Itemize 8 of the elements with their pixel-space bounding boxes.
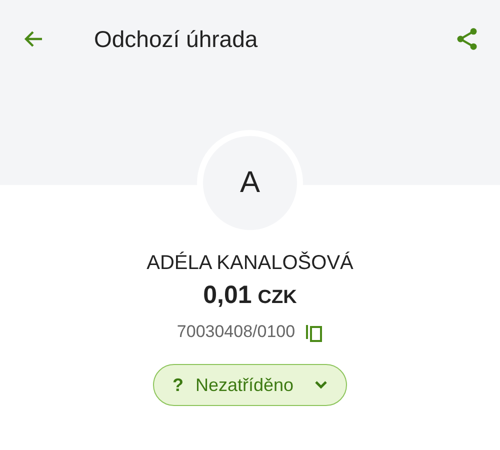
screen-title: Odchozí úhrada bbox=[94, 26, 259, 52]
chevron-down-icon bbox=[314, 380, 328, 390]
account-number: 70030408/0100 bbox=[176, 322, 296, 342]
currency: CZK bbox=[258, 287, 297, 309]
category-dropdown[interactable]: ? Nezatříděno bbox=[153, 364, 347, 406]
amount: 0,01 bbox=[203, 281, 252, 310]
payee-name: ADÉLA KANALOŠOVÁ bbox=[146, 252, 354, 275]
copy-icon[interactable] bbox=[305, 322, 324, 342]
